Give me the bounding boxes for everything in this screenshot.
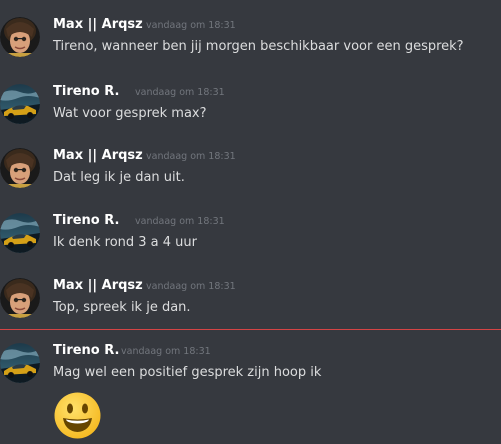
message-timestamp: vandaag om 18:31 xyxy=(146,281,236,292)
message-timestamp: vandaag om 18:31 xyxy=(146,20,236,31)
message-author[interactable]: Max || Arqsz xyxy=(53,148,143,164)
message-author[interactable]: Max || Arqsz xyxy=(53,278,143,294)
message-text: Top, spreek ik je dan. xyxy=(53,300,191,315)
message-text: Tireno, wanneer ben jij morgen beschikba… xyxy=(53,39,464,54)
car-avatar-icon xyxy=(0,84,40,124)
message-author[interactable]: Tireno R. xyxy=(53,84,119,100)
car-avatar-icon xyxy=(0,213,40,253)
avatar[interactable] xyxy=(0,343,40,383)
avatar[interactable] xyxy=(0,17,40,57)
message: Tireno R. vandaag om 18:31 Wat voor gesp… xyxy=(0,84,501,144)
message-author[interactable]: Tireno R. xyxy=(53,343,119,359)
person-avatar-icon xyxy=(0,17,40,57)
message: Tireno R. vandaag om 18:31 Ik denk rond … xyxy=(0,213,501,273)
person-avatar-icon xyxy=(0,148,40,188)
message-timestamp: vandaag om 18:31 xyxy=(121,346,211,357)
message-text: Wat voor gesprek max? xyxy=(53,106,207,121)
message-text: Mag wel een positief gesprek zijn hoop i… xyxy=(53,365,322,380)
avatar[interactable] xyxy=(0,148,40,188)
message-author[interactable]: Tireno R. xyxy=(53,213,119,229)
message: Max || Arqsz vandaag om 18:31 Tireno, wa… xyxy=(0,17,501,77)
avatar[interactable] xyxy=(0,278,40,318)
avatar[interactable] xyxy=(0,213,40,253)
new-messages-divider xyxy=(0,329,501,330)
smiley-emoji-icon[interactable] xyxy=(53,391,102,440)
message-timestamp: vandaag om 18:31 xyxy=(135,87,225,98)
chat-messages: Max || Arqsz vandaag om 18:31 Tireno, wa… xyxy=(0,0,501,442)
avatar[interactable] xyxy=(0,84,40,124)
message-text: Dat leg ik je dan uit. xyxy=(53,170,185,185)
message-text: Ik denk rond 3 a 4 uur xyxy=(53,235,198,250)
message: Max || Arqsz vandaag om 18:31 Dat leg ik… xyxy=(0,148,501,208)
message-timestamp: vandaag om 18:31 xyxy=(146,151,236,162)
car-avatar-icon xyxy=(0,343,40,383)
message-timestamp: vandaag om 18:31 xyxy=(135,216,225,227)
message-author[interactable]: Max || Arqsz xyxy=(53,17,143,33)
person-avatar-icon xyxy=(0,278,40,318)
